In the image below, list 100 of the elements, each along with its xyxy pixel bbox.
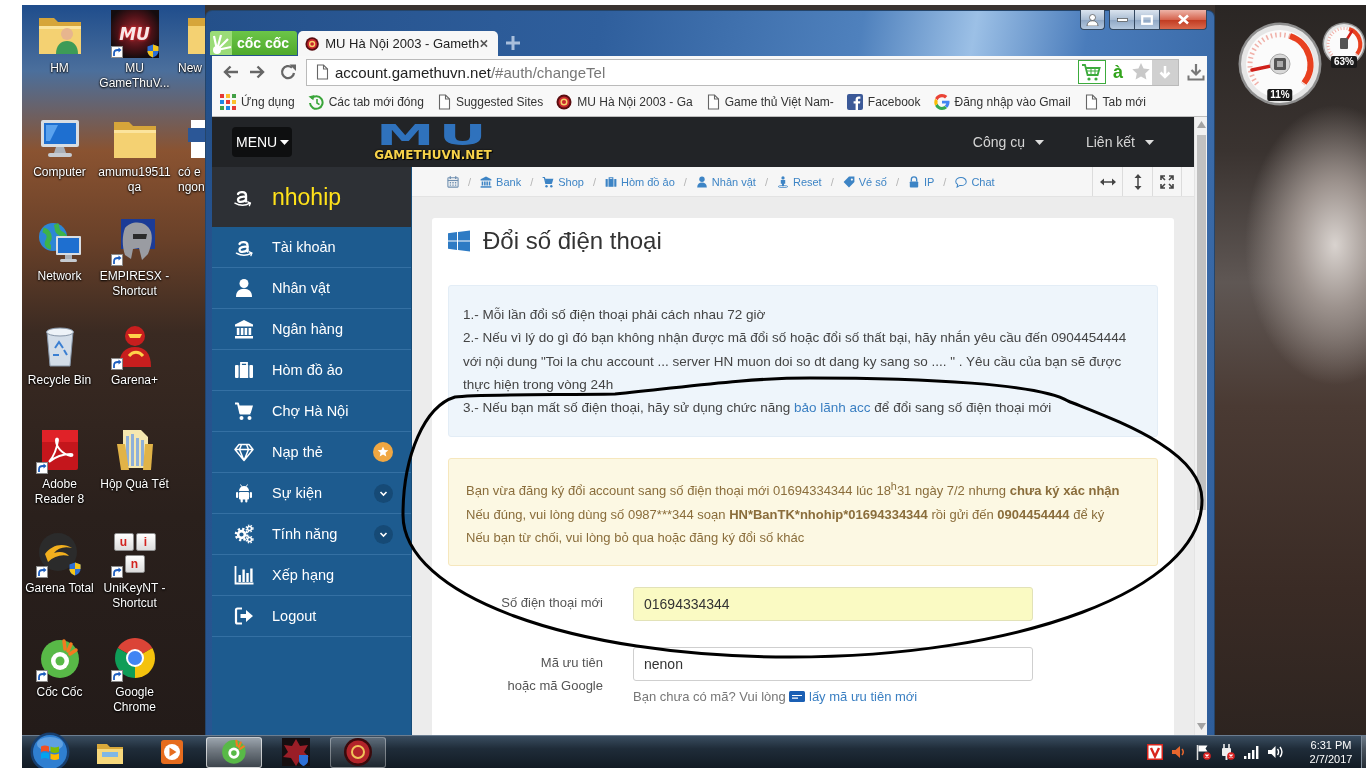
taskbar-button[interactable] [330, 736, 386, 768]
sidebar-item[interactable]: Sự kiện [212, 473, 411, 514]
bookmark[interactable]: Đăng nhập vào Gmail [933, 94, 1071, 110]
get-code-link[interactable]: lấy mã ưu tiên mới [809, 688, 918, 704]
minimize-button[interactable] [1109, 10, 1135, 30]
power-error-icon[interactable] [1219, 744, 1235, 760]
sidebar-item[interactable]: Chợ Hà Nội [212, 391, 411, 432]
shopping-cart-icon[interactable] [1078, 60, 1106, 84]
sidebar-item[interactable]: Tính năng [212, 514, 411, 555]
close-button[interactable] [1160, 10, 1207, 30]
icon-label[interactable]: có e ngon [178, 165, 205, 195]
close-icon [1176, 14, 1190, 25]
bookmark[interactable]: Tab mới [1083, 94, 1146, 110]
breadcrumb-separator: / [895, 175, 899, 188]
breadcrumb-separator: / [764, 175, 768, 188]
breadcrumb-link[interactable]: Hòm đồ ảo [604, 175, 675, 188]
maximize-button[interactable] [1135, 10, 1160, 30]
sidebar-item[interactable]: Xếp hạng [212, 555, 411, 596]
icon-label[interactable]: EMPIRESX - Shortcut [97, 269, 172, 299]
taskbar-button[interactable] [206, 736, 262, 768]
icon-label[interactable]: UniKeyNT - Shortcut [97, 581, 172, 611]
keycap[interactable]: n [124, 555, 145, 573]
icon-label[interactable]: Google Chrome [97, 685, 172, 715]
icon-label[interactable]: HM [22, 61, 97, 76]
icon-label[interactable]: MU GameThuV... [97, 61, 172, 91]
icon-label[interactable]: Hộp Quà Tết [97, 477, 172, 492]
breadcrumb-link[interactable]: Nhân vật [695, 175, 756, 188]
gauge-drawing[interactable] [1238, 22, 1322, 106]
plus-icon[interactable] [506, 36, 520, 50]
show-desktop-button[interactable] [1361, 736, 1366, 768]
volume-icon[interactable] [1267, 744, 1283, 760]
breadcrumb-link[interactable]: Shop [542, 175, 584, 188]
close-icon[interactable] [479, 38, 489, 49]
flag-error-icon[interactable] [1195, 744, 1211, 760]
icon-label[interactable]: Cốc Cốc [22, 685, 97, 700]
icon-label[interactable]: Garena+ [97, 373, 172, 388]
windows-logo-icon [448, 230, 470, 252]
keycap[interactable]: u [113, 533, 134, 551]
icon-label[interactable]: New [178, 61, 205, 76]
bookmark[interactable]: Game thủ Việt Nam- [705, 94, 834, 110]
browser-tab[interactable]: MU Hà Nội 2003 - Gameth [298, 31, 498, 56]
bookmark[interactable]: MU Hà Nội 2003 - Ga [556, 94, 693, 110]
bookmark[interactable]: Các tab mới đóng [307, 94, 424, 110]
url-text[interactable]: account.gamethuvn.net/#auth/changeTel [335, 63, 606, 81]
start-button[interactable] [30, 732, 70, 768]
sidebar-item[interactable]: Nhân vật [212, 268, 411, 309]
gauge-reading: 63% [1331, 56, 1357, 68]
sidebar-item[interactable]: Logout [212, 596, 411, 637]
calendar-icon[interactable] [447, 175, 459, 188]
icon-label[interactable]: Computer [22, 165, 97, 180]
sidebar-item[interactable]: Hòm đồ ảo [212, 350, 411, 391]
icon-label[interactable]: amumu19511qa [97, 165, 172, 195]
caret-down-icon [1145, 139, 1154, 145]
sidebar-item[interactable]: Nạp thẻ [212, 432, 411, 473]
forward-icon[interactable] [249, 63, 267, 81]
scrollbar-thumb[interactable] [1196, 135, 1206, 510]
gauge-reading: 11% [1267, 89, 1293, 101]
breadcrumb-link[interactable]: Vé số [842, 175, 887, 188]
bookmark[interactable]: Suggested Sites [436, 94, 544, 110]
priority-code-field[interactable]: nenon [633, 646, 1033, 681]
sidebar-item[interactable]: Tài khoản [212, 227, 411, 268]
person-pin-icon [776, 175, 789, 188]
breadcrumb-link[interactable]: Chat [955, 175, 995, 188]
profile-button[interactable] [1080, 10, 1105, 30]
bookmark[interactable]: Facebook [846, 94, 921, 110]
apps-grid-icon [220, 94, 236, 110]
back-icon[interactable] [221, 63, 239, 81]
minimize-icon [1116, 17, 1128, 22]
caret-down-icon [1034, 139, 1044, 145]
phone-number-field[interactable]: 01694334344 [633, 586, 1033, 621]
speaker-icon[interactable] [1171, 744, 1187, 760]
note-text: 1.- Mỗi lần đổi số điện thoại phải cách nhau 72 giờ [463, 306, 767, 324]
bookmark[interactable]: Ứng dụng [220, 94, 295, 110]
keycap[interactable]: i [135, 533, 156, 551]
android-icon [233, 483, 255, 503]
briefcase-icon [233, 360, 255, 380]
address-field[interactable]: account.gamethuvn.net/#auth/changeTel à [306, 58, 1179, 86]
breadcrumb-link[interactable]: Bank [480, 175, 522, 188]
breadcrumb-link[interactable]: IP [907, 175, 935, 188]
icon-label[interactable]: Adobe Reader 8 [22, 477, 97, 507]
sign-out-icon [233, 606, 255, 626]
clock-button[interactable]: 6:31 PM 2/7/2017 [1303, 738, 1359, 766]
star-icon[interactable] [1131, 62, 1151, 82]
signal-bars-icon[interactable] [1243, 744, 1259, 760]
breadcrumb-link[interactable]: Reset [776, 175, 822, 188]
antivirus-icon[interactable] [1147, 744, 1163, 760]
nav-dropdown[interactable]: Công cụ [972, 134, 1044, 150]
field-label: Mã ưu tiên hoặc mã Google [506, 653, 603, 695]
icon-label[interactable]: Network [22, 269, 97, 284]
menu-button[interactable]: MENU [232, 127, 292, 157]
icon-label[interactable]: Recycle Bin [22, 373, 97, 388]
help-text: Bạn chưa có mã? Vui lòng lấy mã ưu tiên mới [633, 687, 919, 706]
icon-label[interactable]: Garena Total [22, 581, 97, 596]
download-icon[interactable] [1187, 63, 1205, 81]
nav-dropdown[interactable]: Liên kết [1085, 134, 1154, 150]
fullscreen-button[interactable] [1152, 167, 1182, 196]
sidebar-item[interactable]: Ngân hàng [212, 309, 411, 350]
account-guarantee-link[interactable]: bảo lãnh acc [794, 400, 871, 416]
reload-icon[interactable] [279, 63, 297, 81]
logo-text[interactable]: GAMETHUVN.NET [374, 147, 492, 162]
